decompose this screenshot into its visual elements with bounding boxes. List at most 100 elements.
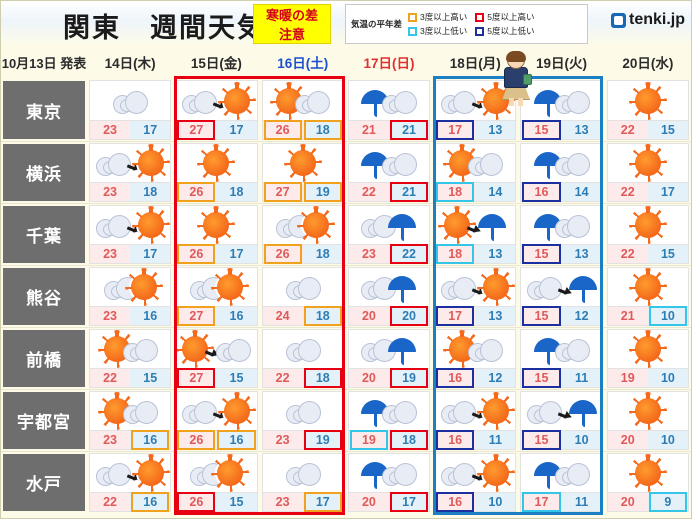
forecast-cell[interactable]: 15 12 (520, 267, 603, 326)
forecast-cell[interactable]: 20 17 (347, 453, 431, 512)
high-temp: 19 (348, 430, 389, 450)
city-label[interactable]: 横浜 (1, 142, 87, 203)
umbrella-icon (568, 397, 597, 427)
forecast-cell[interactable]: 22 15 (89, 329, 172, 388)
forecast-cell[interactable]: 20 20 (347, 267, 431, 326)
temp-deviation-box (217, 430, 256, 450)
forecast-cell[interactable]: 16 14 (520, 143, 603, 202)
forecast-cell[interactable]: 26 17 (175, 205, 258, 264)
temperature-row: 20 9 (607, 492, 688, 512)
weather-icon-group (521, 268, 601, 306)
forecast-cell[interactable]: 22 17 (606, 143, 689, 202)
weather-icon-group (435, 268, 515, 306)
forecast-cell[interactable]: 27 16 (175, 267, 258, 326)
forecast-cell[interactable]: 26 18 (261, 205, 344, 264)
forecast-cell[interactable]: 16 11 (434, 391, 517, 450)
high-temp: 20 (348, 493, 389, 511)
high-temp: 23 (90, 245, 131, 263)
forecast-cell[interactable]: 23 16 (89, 391, 172, 450)
forecast-cell[interactable]: 18 13 (434, 205, 517, 264)
city-label[interactable]: 千葉 (1, 204, 87, 265)
sun-icon (634, 398, 661, 424)
forecast-cell[interactable]: 27 19 (261, 143, 344, 202)
forecast-cell[interactable]: 23 17 (89, 80, 172, 140)
weather-icon-group (349, 144, 429, 182)
forecast-cell[interactable]: 22 15 (606, 205, 689, 264)
sun-icon (138, 460, 165, 486)
high-temp: 26 (176, 492, 217, 512)
low-temp: 18 (302, 368, 343, 388)
forecast-cell[interactable]: 16 10 (434, 453, 517, 512)
forecast-cell[interactable]: 21 10 (606, 267, 689, 326)
forecast-cell[interactable]: 16 12 (434, 329, 517, 388)
temperature-row: 26 18 (176, 182, 257, 202)
low-temp: 11 (475, 431, 516, 449)
forecast-cell[interactable]: 15 10 (520, 391, 603, 450)
cloud-icon (467, 338, 503, 362)
high-temp: 23 (262, 431, 303, 449)
forecast-cell[interactable]: 27 15 (175, 329, 258, 388)
date-cell-2: 16日(土) (277, 56, 329, 71)
forecast-cell[interactable]: 23 19 (261, 391, 344, 450)
city-label[interactable]: 東京 (1, 79, 87, 141)
city-label[interactable]: 水戸 (1, 452, 87, 513)
forecast-cell[interactable]: 26 16 (175, 391, 258, 450)
low-temp: 18 (216, 183, 257, 201)
high-temp: 22 (348, 183, 389, 201)
forecast-cell[interactable]: 22 15 (606, 80, 689, 140)
forecast-cell[interactable]: 23 17 (89, 205, 172, 264)
forecast-cell[interactable]: 22 21 (347, 143, 431, 202)
weather-icon-group (263, 81, 343, 120)
forecast-cell[interactable]: 20 9 (606, 453, 689, 512)
city-label[interactable]: 宇都宮 (1, 390, 87, 451)
temp-deviation-box (263, 120, 302, 140)
forecast-cell[interactable]: 27 17 (175, 80, 258, 140)
weather-icon-group (608, 392, 688, 430)
temp-deviation-box (303, 492, 342, 512)
forecast-cell[interactable]: 20 10 (606, 391, 689, 450)
weather-icon-group (263, 268, 343, 306)
cloud-icon (441, 90, 477, 114)
forecast-cell[interactable]: 21 21 (347, 80, 431, 140)
temperature-row: 27 16 (176, 306, 257, 326)
low-temp: 15 (647, 245, 688, 263)
high-temp: 16 (435, 368, 476, 388)
weather-icon-group (90, 81, 170, 120)
date-cell-6: 20日(水) (622, 56, 674, 71)
sun-icon (634, 87, 661, 114)
forecast-cell[interactable]: 15 13 (520, 205, 603, 264)
temp-deviation-box (177, 120, 216, 140)
weather-icon-group (263, 392, 343, 430)
forecast-cell[interactable]: 24 18 (261, 267, 344, 326)
legend-item-low3: 3度以上低い (408, 25, 467, 37)
forecast-cell[interactable]: 26 15 (175, 453, 258, 512)
forecast-cell[interactable]: 17 13 (434, 267, 517, 326)
forecast-cell[interactable]: 26 18 (261, 80, 344, 140)
temperature-row: 22 15 (90, 368, 171, 387)
forecast-cell[interactable]: 26 18 (175, 143, 258, 202)
low-temp: 18 (388, 430, 430, 450)
high-temp: 21 (607, 307, 648, 325)
city-label[interactable]: 熊谷 (1, 266, 87, 327)
temperature-row: 19 10 (607, 368, 688, 387)
forecast-cell[interactable]: 23 17 (261, 453, 344, 512)
forecast-cell[interactable]: 23 18 (89, 143, 172, 202)
forecast-cell[interactable]: 22 18 (261, 329, 344, 388)
temp-deviation-box (177, 430, 216, 450)
forecast-cell[interactable]: 19 18 (347, 391, 431, 450)
forecast-cell[interactable]: 18 14 (434, 143, 517, 202)
forecast-cell[interactable]: 23 22 (347, 205, 431, 264)
forecast-cell[interactable]: 23 16 (89, 267, 172, 326)
low-temp: 17 (302, 492, 343, 512)
forecast-cell[interactable]: 19 10 (606, 329, 689, 388)
forecast-cell[interactable]: 20 19 (347, 329, 431, 388)
city-label[interactable]: 前橋 (1, 328, 87, 389)
temp-deviation-box (177, 368, 216, 388)
forecast-cell[interactable]: 17 11 (520, 453, 603, 512)
tenki-jp-logo[interactable]: tenki.jp (610, 11, 685, 29)
weather-icon-group (90, 392, 170, 430)
low-temp: 16 (130, 307, 171, 325)
forecast-cell[interactable]: 22 16 (89, 453, 172, 512)
low-temp: 13 (475, 245, 516, 263)
forecast-cell[interactable]: 15 11 (520, 329, 603, 388)
